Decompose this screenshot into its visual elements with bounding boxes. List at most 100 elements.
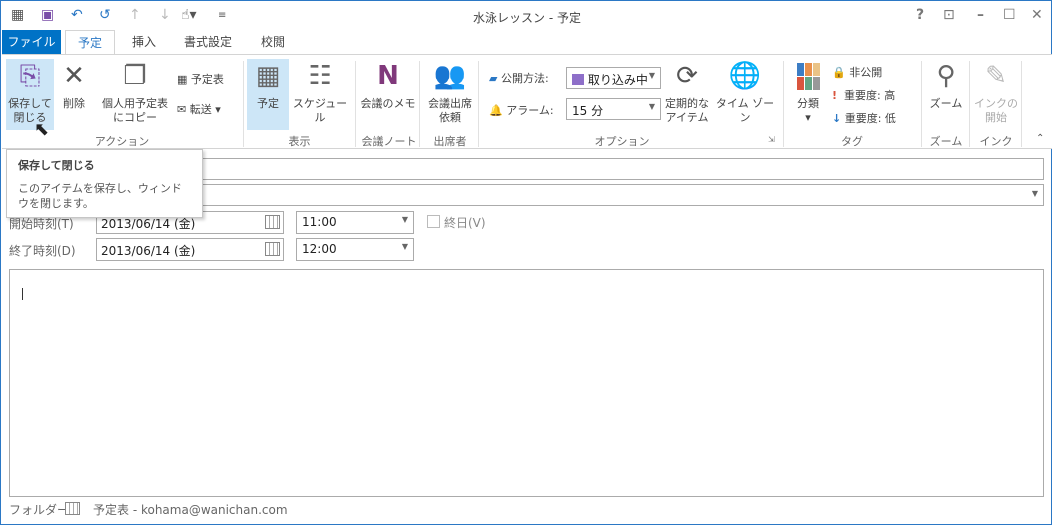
end-time-dropdown[interactable]: 12:00 ▼ bbox=[296, 238, 414, 261]
categorize-button[interactable]: 分類 ▾ bbox=[787, 59, 829, 125]
group-label-options: オプション bbox=[594, 135, 650, 148]
folder-label: フォルダー bbox=[9, 503, 70, 517]
appointment-view-button[interactable]: ▦ 予定 bbox=[247, 59, 289, 130]
private-button[interactable]: 🔒 非公開 bbox=[832, 64, 882, 80]
group-label-actions: アクション bbox=[94, 135, 150, 148]
magnifier-icon: ⚲ bbox=[936, 61, 956, 91]
delete-icon: ✕ bbox=[63, 61, 85, 91]
busy-swatch bbox=[572, 74, 584, 85]
mouse-cursor-icon: ⬉ bbox=[34, 119, 50, 140]
scheduling-button[interactable]: ☷ スケジュール bbox=[291, 59, 349, 125]
reminder-dropdown[interactable]: 15 分 ▼ bbox=[566, 98, 661, 120]
calendar-search-icon: ▦ bbox=[177, 73, 188, 86]
tab-format[interactable]: 書式設定 bbox=[172, 30, 244, 54]
schedule-icon: ☷ bbox=[308, 61, 332, 91]
location-input[interactable]: ▼ bbox=[97, 184, 1044, 206]
categorize-label: 分類 bbox=[797, 97, 819, 110]
body-textarea[interactable] bbox=[9, 269, 1044, 497]
low-label: 重要度: 低 bbox=[844, 112, 896, 125]
copy-calendar-icon: ❐ bbox=[123, 61, 147, 91]
folder-value: 予定表 - kohama@wanichan.com bbox=[93, 503, 288, 517]
bell-icon: 🔔 bbox=[489, 104, 503, 117]
close-icon[interactable]: ✕ bbox=[1031, 7, 1043, 23]
show-as-label: ▰ 公開方法: bbox=[489, 70, 549, 86]
group-label-attendees: 出席者 bbox=[433, 135, 467, 148]
down-arrow-icon: ↓ bbox=[832, 112, 842, 125]
low-importance-button[interactable]: ↓ 重要度: 低 bbox=[832, 110, 896, 126]
start-inking-button[interactable]: ✎ インクの 開始 bbox=[972, 59, 1020, 125]
exclamation-icon: ! bbox=[832, 89, 838, 102]
end-time-label: 終了時刻(D) bbox=[9, 244, 76, 258]
maximize-icon[interactable]: ☐ bbox=[1003, 7, 1016, 23]
group-label-notes: 会議ノート bbox=[361, 135, 417, 148]
tooltip-title: 保存して閉じる bbox=[18, 159, 95, 172]
text-cursor bbox=[22, 288, 23, 300]
calendar-picker-icon[interactable] bbox=[265, 242, 280, 256]
forward-label: 転送 bbox=[189, 103, 212, 116]
pen-icon: ✎ bbox=[985, 61, 1007, 91]
time-zones-label: タイム ゾーン bbox=[715, 97, 775, 124]
tooltip-body: このアイテムを保存し、ウィンドウを閉じます。 bbox=[18, 182, 182, 210]
save-close-icon: ⎘ bbox=[19, 61, 41, 91]
help-icon[interactable]: ? bbox=[916, 7, 924, 23]
recurrence-label: 定期的な アイテム bbox=[665, 97, 709, 124]
calendar-label: 予定表 bbox=[190, 73, 224, 86]
zoom-label: ズーム bbox=[929, 97, 963, 110]
meeting-notes-button[interactable]: N 会議のメモ bbox=[359, 59, 417, 111]
window: ▦ ▣ ↶ ↺ ↑ ↓ ☝▾ ≡ 水泳レッスン - 予定 ? ⊡ – ☐ ✕ フ… bbox=[0, 0, 1052, 525]
tab-file[interactable]: ファイル bbox=[2, 30, 61, 54]
reminder-value: 15 分 bbox=[572, 104, 604, 118]
recurrence-icon: ⟳ bbox=[676, 61, 698, 91]
delete-button[interactable]: ✕ 削除 bbox=[57, 59, 91, 111]
calendar-grid-icon: ▦ bbox=[255, 61, 281, 91]
ribbon-display-icon[interactable]: ⊡ bbox=[943, 7, 955, 23]
subject-input[interactable] bbox=[97, 158, 1044, 180]
minimize-icon[interactable]: – bbox=[977, 7, 984, 23]
delete-label: 削除 bbox=[63, 97, 85, 110]
window-title: 水泳レッスン - 予定 bbox=[473, 11, 581, 25]
invite-attendees-button[interactable]: 👥 会議出席 依頼 bbox=[422, 59, 478, 125]
calendar-folder-icon bbox=[65, 502, 80, 515]
forward-button[interactable]: ✉ 転送 ▾ bbox=[177, 101, 221, 117]
show-as-icon: ▰ bbox=[489, 72, 498, 85]
forward-icon: ✉ bbox=[177, 103, 187, 116]
location-dropdown-icon[interactable]: ▼ bbox=[1032, 189, 1038, 198]
dialog-launcher-icon[interactable]: ⇲ bbox=[768, 135, 775, 144]
onenote-icon: N bbox=[377, 61, 399, 91]
high-label: 重要度: 高 bbox=[844, 89, 896, 102]
private-label: 非公開 bbox=[849, 66, 883, 79]
tab-insert[interactable]: 挿入 bbox=[120, 30, 168, 54]
time-zones-button[interactable]: 🌐 タイム ゾーン bbox=[712, 59, 778, 125]
calendar-picker-icon[interactable] bbox=[265, 215, 280, 229]
start-date-value: 2013/06/14 (金) bbox=[101, 217, 196, 231]
meeting-notes-label: 会議のメモ bbox=[360, 97, 416, 110]
attendees-icon: 👥 bbox=[433, 61, 467, 91]
invite-label: 会議出席 依頼 bbox=[428, 97, 472, 124]
reminder-label: 🔔 アラーム: bbox=[489, 102, 554, 118]
group-label-tags: タグ bbox=[841, 135, 863, 148]
tab-review[interactable]: 校閲 bbox=[249, 30, 297, 54]
tooltip: 保存して閉じる このアイテムを保存し、ウィンドウを閉じます。 bbox=[6, 149, 203, 218]
copy-to-calendar-button[interactable]: ❐ 個人用予定表 にコピー bbox=[95, 59, 175, 125]
copy-label: 個人用予定表 にコピー bbox=[102, 97, 168, 124]
ink-label: インクの 開始 bbox=[974, 97, 1018, 124]
end-date-input[interactable]: 2013/06/14 (金) bbox=[96, 238, 284, 261]
categorize-icon bbox=[796, 63, 820, 90]
recurrence-button[interactable]: ⟳ 定期的な アイテム bbox=[662, 59, 712, 125]
show-as-dropdown[interactable]: 取り込み中 ▼ bbox=[566, 67, 661, 89]
start-time-dropdown[interactable]: 11:00 ▼ bbox=[296, 211, 414, 234]
all-day-checkbox[interactable] bbox=[427, 215, 440, 228]
collapse-ribbon-icon[interactable]: ⌃ bbox=[1036, 133, 1044, 144]
zoom-button[interactable]: ⚲ ズーム bbox=[924, 59, 968, 111]
appointment-label: 予定 bbox=[257, 97, 279, 110]
start-time-value: 11:00 bbox=[302, 215, 337, 229]
schedule-label: スケジュール bbox=[292, 97, 348, 124]
high-importance-button[interactable]: ! 重要度: 高 bbox=[832, 87, 895, 103]
show-as-value: 取り込み中 bbox=[587, 73, 648, 87]
lock-icon: 🔒 bbox=[832, 66, 846, 79]
tab-appointment[interactable]: 予定 bbox=[65, 30, 116, 55]
end-date-value: 2013/06/14 (金) bbox=[101, 244, 196, 258]
group-label-zoom: ズーム bbox=[929, 135, 963, 148]
group-label-ink: インク bbox=[979, 135, 1013, 148]
calendar-button[interactable]: ▦ 予定表 bbox=[177, 71, 224, 87]
